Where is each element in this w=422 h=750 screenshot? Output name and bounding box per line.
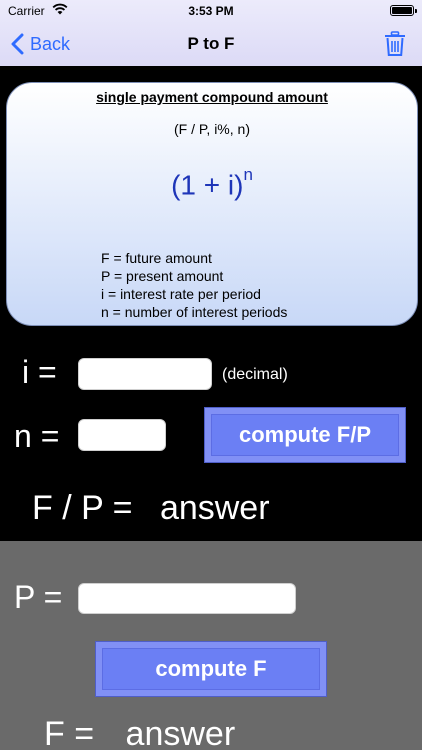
formula-base: (1 + i) [171,169,244,201]
interest-rate-input[interactable] [78,358,212,390]
definition-item: i = interest rate per period [101,286,261,302]
page-title: P to F [187,34,235,53]
i-label: i = [22,354,57,390]
fp-result-value: answer [159,489,270,527]
definition-item: F = future amount [101,250,212,266]
battery-icon [390,5,417,16]
definition-item: P = present amount [101,268,224,284]
top-bar: Carrier 3:53 PM Back P to F [0,0,422,66]
periods-input[interactable] [78,419,166,451]
definitions-list: F = future amount P = present amount i =… [101,249,287,321]
compute-fp-label: compute F/P [238,422,371,447]
n-label: n = [14,418,60,454]
decimal-unit-label: (decimal) [222,366,288,383]
navigation-bar: Back P to F [0,22,422,66]
formula: (1 + i)n [7,165,417,201]
fp-result: F / P = answer [32,489,270,528]
factor-notation: (F / P, i%, n) [174,121,250,137]
compute-f-label: compute F [155,656,267,681]
trash-icon[interactable] [384,31,406,57]
formula-title: single payment compound amount [96,89,328,105]
definition-item: n = number of interest periods [101,304,288,320]
compute-f-button[interactable]: compute F [95,641,327,697]
present-amount-input[interactable] [78,583,296,614]
f-result-value: answer [125,715,236,750]
formula-card: single payment compound amount (F / P, i… [6,82,418,326]
f-result-label: F = [44,715,95,750]
p-label: P = [14,579,63,615]
f-result: F = answer [44,715,235,750]
formula-exponent: n [243,165,253,184]
status-bar: Carrier 3:53 PM [0,0,422,22]
status-time: 3:53 PM [188,4,234,18]
fp-result-label: F / P = [32,489,133,527]
compute-fp-button[interactable]: compute F/P [204,407,406,463]
